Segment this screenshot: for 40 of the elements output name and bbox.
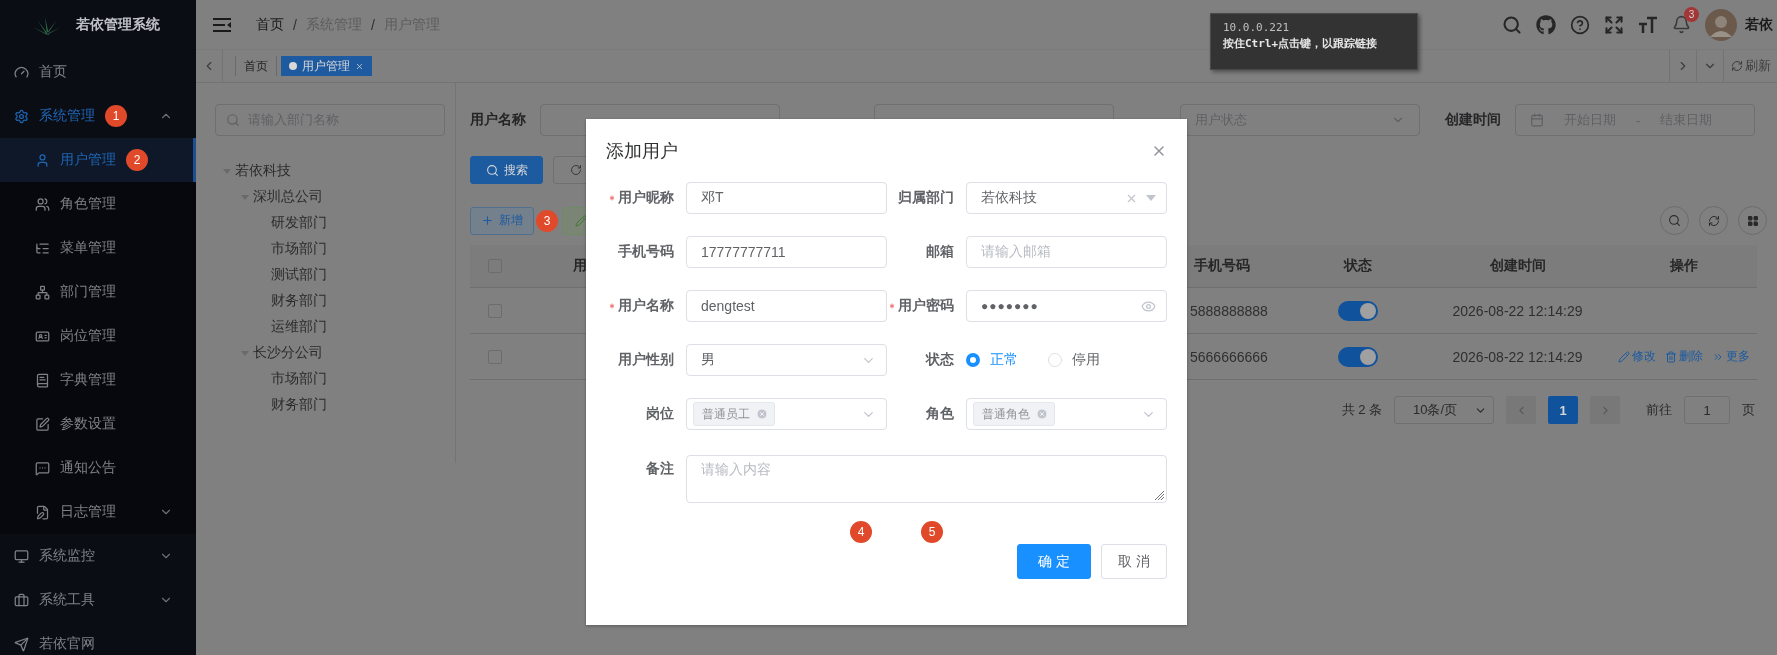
tooltip-text: 10.0.0.221 xyxy=(1223,21,1291,34)
notification-badge: 3 xyxy=(1684,7,1699,22)
tooltip-text: 按住Ctrl+点击键，以跟踪链接 xyxy=(1223,36,1379,51)
breadcrumb-separator: / xyxy=(370,16,375,33)
step-badge: 3 xyxy=(536,209,558,232)
field-label: 角色 xyxy=(926,405,954,423)
step-badge: 2 xyxy=(126,149,148,171)
column-header: 创建时间 xyxy=(1489,257,1546,275)
field-label: 备注 xyxy=(646,460,674,478)
column-header: 状态 xyxy=(1343,257,1372,275)
breadcrumb-separator: / xyxy=(293,16,297,33)
table-cell: 2026-08-22 12:14:29 xyxy=(1452,302,1583,319)
column-header: 操作 xyxy=(1669,257,1698,275)
page-unit: 页 xyxy=(1742,401,1755,419)
field-label: 用户性别 xyxy=(618,351,674,369)
field-label: 用户密码 xyxy=(898,297,954,315)
field-label: 手机号码 xyxy=(618,243,674,261)
total-count: 共 2 条 xyxy=(1341,401,1382,419)
table-cell: 5888888888 xyxy=(1190,302,1268,319)
field-label: 岗位 xyxy=(646,405,674,423)
column-header: 用 xyxy=(572,257,587,275)
step-badge: 5 xyxy=(921,521,943,543)
field-label: 用户昵称 xyxy=(618,189,674,207)
field-label: 状态 xyxy=(926,351,954,369)
radio-label: 正常 xyxy=(990,351,1018,369)
table-cell: 5666666666 xyxy=(1190,348,1268,365)
table-cell: 2026-08-22 12:14:29 xyxy=(1452,348,1583,365)
step-badge: 4 xyxy=(850,521,872,543)
app-title: 若依管理系统 xyxy=(76,16,160,34)
filter-label: 创建时间 xyxy=(1445,111,1502,129)
dialog-title: 添加用户 xyxy=(606,140,678,163)
filter-label: 用户名称 xyxy=(470,111,527,129)
user-name: 若依 xyxy=(1745,15,1774,34)
radio-label: 停用 xyxy=(1072,351,1100,369)
field-label: 用户名称 xyxy=(618,297,674,315)
field-label: 邮箱 xyxy=(926,243,954,261)
field-label: 归属部门 xyxy=(898,189,954,207)
column-header: 手机号码 xyxy=(1193,257,1250,275)
goto-label: 前往 xyxy=(1646,401,1672,419)
step-badge: 1 xyxy=(105,105,127,127)
